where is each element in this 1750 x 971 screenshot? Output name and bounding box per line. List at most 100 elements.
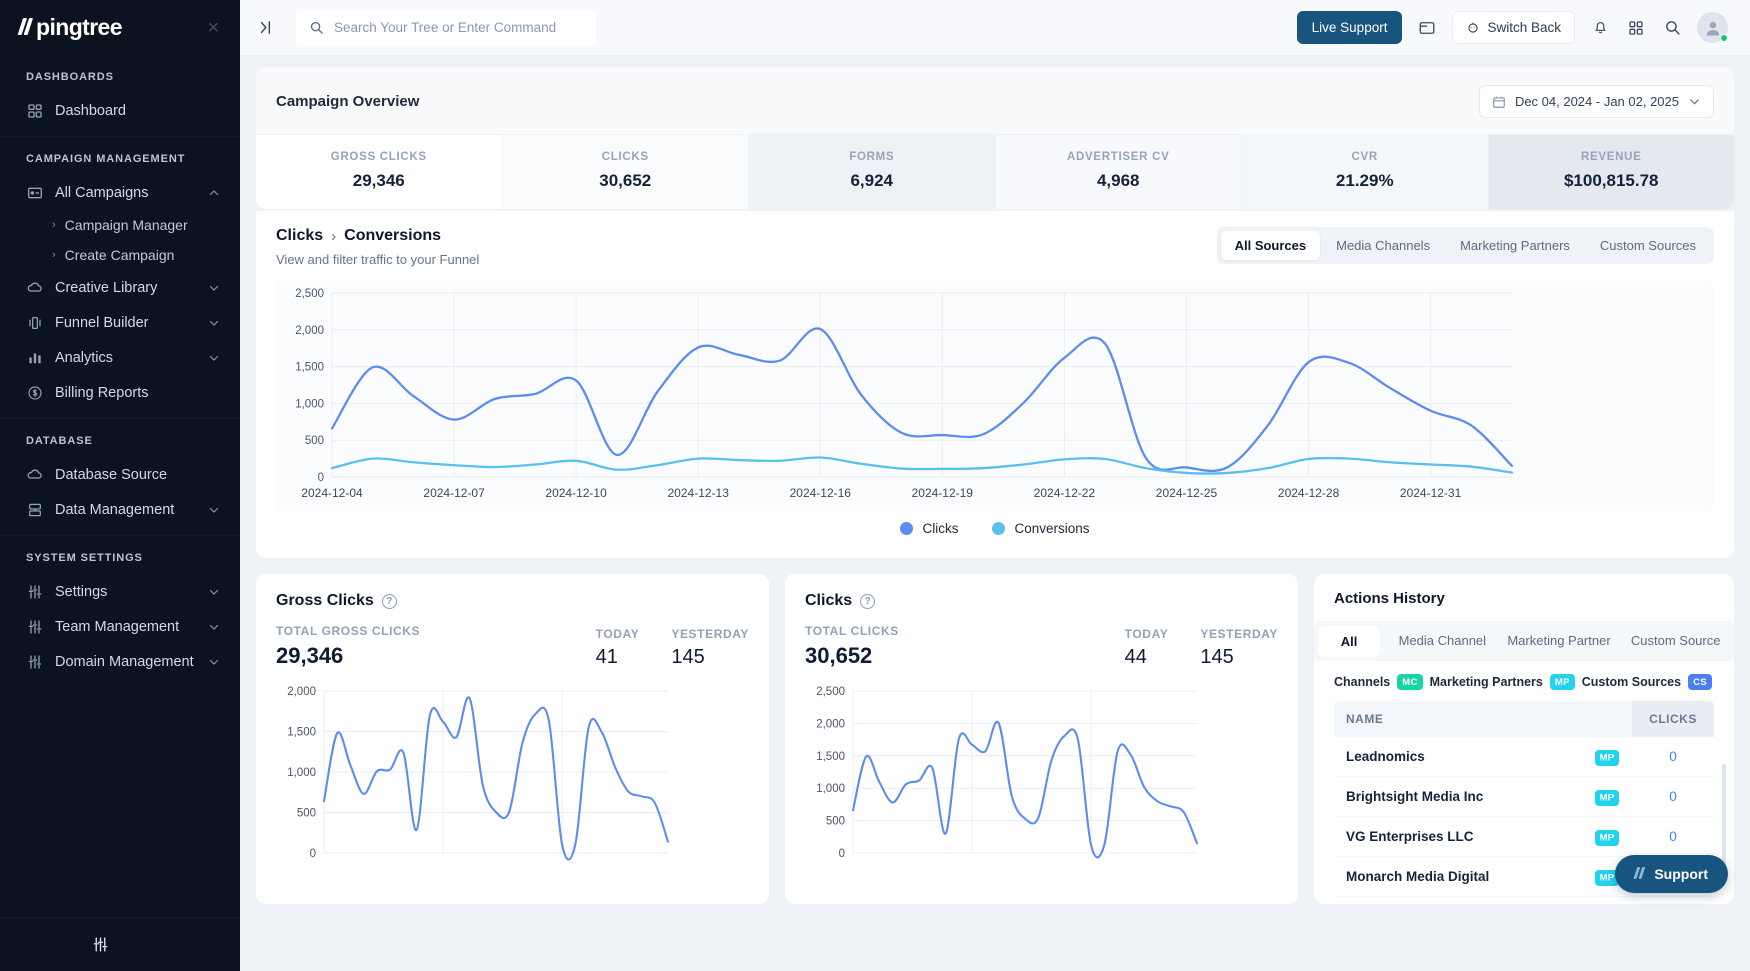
sidebar-item-dashboard[interactable]: Dashboard <box>0 93 240 128</box>
legend-swatch <box>900 522 914 535</box>
svg-text:1,500: 1,500 <box>287 727 316 739</box>
bell-icon[interactable] <box>1589 17 1611 39</box>
row-badge: MP <box>1594 750 1620 766</box>
sidebar-subitem-campaign-manager[interactable]: › Campaign Manager <box>0 210 240 240</box>
ah-legend-chip-cs: CS <box>1688 674 1712 690</box>
tab-all-sources[interactable]: All Sources <box>1220 231 1321 260</box>
metric-forms[interactable]: FORMS 6,924 <box>749 135 996 209</box>
svg-text:2024-12-10: 2024-12-10 <box>545 486 607 500</box>
svg-text:1,500: 1,500 <box>816 751 845 763</box>
breadcrumb-conversions[interactable]: Conversions <box>344 227 441 245</box>
svg-text:2024-12-13: 2024-12-13 <box>668 486 730 500</box>
folder-icon[interactable] <box>1416 17 1438 39</box>
sidebar-item-analytics[interactable]: Analytics <box>0 340 240 375</box>
sidebar-item-funnel-builder[interactable]: Funnel Builder <box>0 305 240 340</box>
chevron-down-icon[interactable] <box>208 317 220 329</box>
sidebar-item-label: Team Management <box>55 618 180 635</box>
overview-header: Campaign Overview Dec 04, 2024 - Jan 02,… <box>256 67 1734 134</box>
sidebar-item-billing-reports[interactable]: Billing Reports <box>0 375 240 410</box>
actions-history-scrollbar[interactable] <box>1722 764 1726 874</box>
sidebar-item-creative-library[interactable]: Creative Library <box>0 270 240 305</box>
svg-text:2024-12-25: 2024-12-25 <box>1156 486 1218 500</box>
row-name: Monarch Media Digital <box>1346 869 1490 884</box>
chevron-down-icon[interactable] <box>208 621 220 633</box>
sidebar-subitem-create-campaign[interactable]: › Create Campaign <box>0 240 240 270</box>
search-icon <box>309 20 324 35</box>
metric-advertiser-cv[interactable]: ADVERTISER CV 4,968 <box>995 135 1242 209</box>
collapse-panel-icon[interactable] <box>258 19 282 36</box>
table-row[interactable]: Brightsight Media Inc MP 0 <box>1334 777 1714 817</box>
gross-clicks-mini-chart[interactable]: 0 500 1,000 1,500 2,000 <box>276 677 749 867</box>
funnel-chart[interactable]: 0 500 1,000 1,500 2,000 2,500 2024-12-04 2024-1… <box>276 281 1714 511</box>
chevron-down-icon[interactable] <box>208 656 220 668</box>
ah-tab-marketing-partner[interactable]: Marketing Partner <box>1501 622 1618 661</box>
svg-text:2024-12-07: 2024-12-07 <box>423 486 485 500</box>
ah-tab-custom-source[interactable]: Custom Source <box>1617 622 1734 661</box>
sidebar-item-team-management[interactable]: Team Management <box>0 609 240 644</box>
sidebar-item-domain-management[interactable]: Domain Management <box>0 644 240 679</box>
chevron-down-icon[interactable] <box>208 282 220 294</box>
svg-text:2,500: 2,500 <box>295 288 324 300</box>
legend-item-conversions[interactable]: Conversions <box>992 521 1090 536</box>
support-fab-button[interactable]: Support <box>1615 855 1728 893</box>
search-icon[interactable] <box>1661 17 1683 39</box>
metric-cvr[interactable]: CVR 21.29% <box>1242 135 1489 209</box>
svg-text:2024-12-22: 2024-12-22 <box>1034 486 1096 500</box>
server-icon <box>26 501 43 518</box>
metric-gross-clicks[interactable]: GROSS CLICKS 29,346 <box>256 135 503 209</box>
table-row[interactable]: Leadnomics MP 0 <box>1334 737 1714 777</box>
clicks-mini-chart[interactable]: 0 500 1,000 1,500 2,000 2,500 <box>805 677 1278 867</box>
close-icon[interactable]: ✕ <box>207 18 220 38</box>
tab-media-channels[interactable]: Media Channels <box>1322 231 1444 260</box>
sliders-icon <box>26 583 43 600</box>
sidebar-item-settings[interactable]: Settings <box>0 574 240 609</box>
row-name: VG Enterprises LLC <box>1346 829 1474 844</box>
calendar-icon <box>1492 95 1506 109</box>
svg-text:1,000: 1,000 <box>816 783 845 795</box>
sidebar-item-all-campaigns[interactable]: All Campaigns <box>0 175 240 210</box>
main-chart: 0 500 1,000 1,500 2,000 2,500 2024-12-04 2024-1… <box>295 288 1514 500</box>
legend-item-clicks[interactable]: Clicks <box>900 521 958 536</box>
today-label: TODAY <box>595 627 640 641</box>
ah-legend-label: Channels <box>1334 675 1391 689</box>
content-scroll[interactable]: Campaign Overview Dec 04, 2024 - Jan 02,… <box>240 55 1750 971</box>
tab-custom-sources[interactable]: Custom Sources <box>1586 231 1710 260</box>
chevron-down-icon[interactable] <box>208 504 220 516</box>
sidebar-item-database-source[interactable]: Database Source <box>0 457 240 492</box>
yesterday-value: 145 <box>671 646 705 668</box>
legend-label: Clicks <box>922 521 959 536</box>
metric-revenue[interactable]: REVENUE $100,815.78 <box>1488 135 1734 209</box>
tab-marketing-partners[interactable]: Marketing Partners <box>1446 231 1584 260</box>
row-clicks[interactable]: 0 <box>1632 829 1714 844</box>
row-clicks[interactable]: 0 <box>1632 749 1714 764</box>
chevron-up-icon[interactable] <box>208 187 220 199</box>
svg-text:2,000: 2,000 <box>816 718 845 730</box>
chevron-down-icon[interactable] <box>208 586 220 598</box>
total-gross-clicks-value: 29,346 <box>276 643 344 668</box>
sidebar-item-data-management[interactable]: Data Management <box>0 492 240 527</box>
search-box[interactable] <box>296 9 596 46</box>
ah-tab-all[interactable]: All <box>1318 626 1380 657</box>
sliders-icon[interactable] <box>92 936 109 953</box>
mini-clicks: 0 500 1,000 1,500 2,000 2,500 <box>816 686 1199 860</box>
svg-text:2024-12-04: 2024-12-04 <box>301 486 363 500</box>
date-range-picker[interactable]: Dec 04, 2024 - Jan 02, 2025 <box>1478 85 1714 118</box>
breadcrumb-clicks[interactable]: Clicks <box>276 227 323 245</box>
search-input[interactable] <box>334 20 583 35</box>
sidebar-item-label: Billing Reports <box>55 384 149 401</box>
legend-swatch <box>992 522 1006 535</box>
switch-back-button[interactable]: Switch Back <box>1452 11 1575 44</box>
live-support-button[interactable]: Live Support <box>1296 11 1403 44</box>
brand-logo: pingtree <box>17 14 123 41</box>
row-clicks[interactable]: 0 <box>1632 789 1714 804</box>
help-circle-icon[interactable]: ? <box>860 593 876 609</box>
apps-grid-icon[interactable] <box>1625 17 1647 39</box>
chevron-down-icon[interactable] <box>208 352 220 364</box>
help-circle-icon[interactable]: ? <box>381 593 397 609</box>
metric-clicks[interactable]: CLICKS 30,652 <box>502 135 749 209</box>
sidebar-logo[interactable]: pingtree ✕ <box>0 0 240 55</box>
support-logo-icon <box>1633 866 1648 882</box>
avatar[interactable] <box>1697 12 1728 43</box>
ah-tab-media-channel[interactable]: Media Channel <box>1384 622 1501 661</box>
table-row[interactable]: VG Enterprises LLC MP 0 <box>1334 817 1714 857</box>
